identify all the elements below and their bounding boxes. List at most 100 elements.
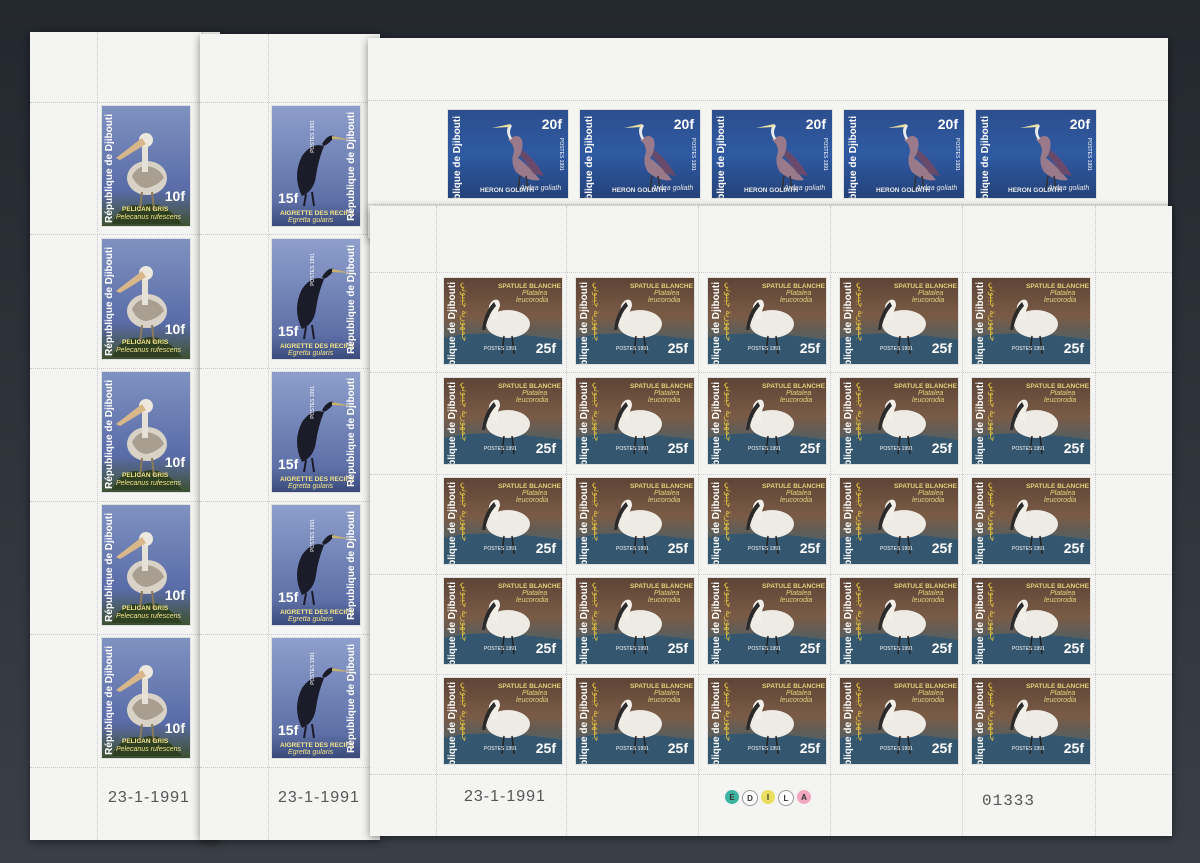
country-name: République de Djibouti (843, 382, 854, 464)
spatule-stamp: République de Djibouti جمهورية جيبوتي SP… (576, 478, 694, 564)
bird-latin-name: Ardea goliath (652, 185, 694, 192)
arabic-country-name: جمهورية جيبوتي (856, 482, 866, 542)
spatule-stamp: République de Djibouti جمهورية جيبوتي SP… (576, 278, 694, 364)
bird-latin-name-species: leucorodia (648, 597, 681, 604)
bird-latin-name: Pelecanus rufescens (116, 746, 181, 753)
issue-year: POSTES 1991 (484, 646, 517, 652)
bird-common-name: SPATULE BLANCHE (630, 483, 693, 490)
face-value: 10f (164, 188, 185, 204)
bird-common-name: SPATULE BLANCHE (894, 683, 957, 690)
bird-common-name: SPATULE BLANCHE (762, 383, 825, 390)
issue-year: POSTES 1991 (880, 546, 913, 552)
bird-latin-name-genus: Platalea (522, 390, 548, 397)
spatule-stamp: République de Djibouti جمهورية جيبوتي SP… (708, 578, 826, 664)
spatule-stamp: République de Djibouti جمهورية جيبوتي SP… (840, 278, 958, 364)
face-value: 25f (667, 440, 688, 456)
aigrette-stamp: POSTES 1991 15f AIGRETTE DES RECIFS Egre… (272, 106, 360, 226)
bird-latin-name: Ardea goliath (916, 185, 958, 192)
bird-common-name: AIGRETTE DES RECIFS (280, 609, 354, 616)
bird-common-name: SPATULE BLANCHE (630, 583, 693, 590)
bird-common-name: PELICAN GRIS (122, 339, 169, 346)
country-name: République de Djibouti (346, 112, 357, 221)
spatule-stamp: République de Djibouti جمهورية جيبوتي SP… (840, 478, 958, 564)
bird-common-name: SPATULE BLANCHE (1026, 583, 1089, 590)
arabic-country-name: جمهورية جيبوتي (460, 282, 470, 342)
spatule-stamp: République de Djibouti جمهورية جيبوتي SP… (708, 478, 826, 564)
face-value: 25f (667, 640, 688, 656)
country-name: République de Djibouti (975, 282, 986, 364)
country-name: République de Djibouti (711, 582, 722, 664)
arabic-country-name: جمهورية جيبوتي (592, 582, 602, 642)
country-name: République de Djibouti (716, 116, 727, 198)
issue-year: POSTES 1991 (484, 446, 517, 452)
issue-year: POSTES 1991 (484, 546, 517, 552)
aigrette-stamp: POSTES 1991 15f AIGRETTE DES RECIFS Egre… (272, 638, 360, 758)
bird-latin-name-genus: Platalea (654, 590, 680, 597)
country-name: République de Djibouti (711, 282, 722, 364)
bird-common-name: SPATULE BLANCHE (630, 283, 693, 290)
bird-common-name: PELICAN GRIS (122, 738, 169, 745)
arabic-country-name: جمهورية جيبوتي (988, 382, 998, 442)
country-name: République de Djibouti (579, 682, 590, 764)
sheet-date: 23-1-1991 (108, 789, 190, 806)
bird-latin-name-species: leucorodia (780, 597, 813, 604)
issue-year: POSTES 1991 (748, 346, 781, 352)
issue-year: POSTES 1991 (616, 746, 649, 752)
bird-latin-name-species: leucorodia (1044, 497, 1077, 504)
country-name: République de Djibouti (975, 582, 986, 664)
face-value: 10f (164, 321, 185, 337)
arabic-country-name: جمهورية جيبوتي (724, 482, 734, 542)
country-name: République de Djibouti (104, 513, 115, 622)
spatule-stamp-sheet: 23-1-1991 01333 E D I L A République de … (370, 206, 1172, 836)
issue-year: POSTES 1991 (1012, 446, 1045, 452)
imprint-letter-a: A (797, 790, 811, 804)
bird-common-name: PELICAN GRIS (122, 472, 169, 479)
arabic-country-name: جمهورية جيبوتي (724, 282, 734, 342)
bird-common-name: SPATULE BLANCHE (630, 383, 693, 390)
face-value: 20f (673, 116, 694, 132)
issue-year: POSTES 1991 (310, 253, 316, 286)
bird-latin-name-genus: Platalea (654, 690, 680, 697)
bird-latin-name-genus: Platalea (1050, 390, 1076, 397)
face-value: 25f (1063, 640, 1084, 656)
issue-year: POSTES 1991 (690, 138, 696, 171)
bird-common-name: PELICAN GRIS (122, 605, 169, 612)
bird-latin-name-genus: Platalea (654, 290, 680, 297)
bird-latin-name-genus: Platalea (654, 490, 680, 497)
country-name: République de Djibouti (447, 582, 458, 664)
bird-latin-name: Ardea goliath (520, 185, 562, 192)
bird-latin-name-genus: Platalea (522, 690, 548, 697)
face-value: 25f (535, 440, 556, 456)
aigrette-stamp: POSTES 1991 15f AIGRETTE DES RECIFS Egre… (272, 505, 360, 625)
spatule-stamp: République de Djibouti جمهورية جيبوتي SP… (708, 678, 826, 764)
heron-stamp: République de Djibouti 20f HERON GOLIATH… (976, 110, 1096, 198)
spatule-stamp: République de Djibouti جمهورية جيبوتي SP… (444, 278, 562, 364)
bird-common-name: SPATULE BLANCHE (1026, 483, 1089, 490)
arabic-country-name: جمهورية جيبوتي (724, 682, 734, 742)
bird-latin-name: Ardea goliath (784, 185, 826, 192)
spatule-stamp: République de Djibouti جمهورية جيبوتي SP… (708, 278, 826, 364)
bird-latin-name-species: leucorodia (912, 497, 945, 504)
face-value: 25f (799, 640, 820, 656)
issue-year: POSTES 1991 (616, 646, 649, 652)
bird-latin-name-species: leucorodia (516, 497, 549, 504)
country-name: République de Djibouti (579, 282, 590, 364)
arabic-country-name: جمهورية جيبوتي (724, 382, 734, 442)
issue-year: POSTES 1991 (748, 646, 781, 652)
arabic-country-name: جمهورية جيبوتي (988, 482, 998, 542)
face-value: 25f (931, 440, 952, 456)
imprint-letter-d: D (742, 790, 758, 806)
country-name: République de Djibouti (104, 646, 115, 755)
face-value: 15f (278, 323, 299, 339)
country-name: République de Djibouti (843, 282, 854, 364)
country-name: République de Djibouti (447, 282, 458, 364)
country-name: République de Djibouti (579, 382, 590, 464)
bird-latin-name-genus: Platalea (522, 590, 548, 597)
issue-year: POSTES 1991 (558, 138, 564, 171)
bird-common-name: AIGRETTE DES RECIFS (280, 742, 354, 749)
country-name: République de Djibouti (848, 116, 859, 198)
issue-year: POSTES 1991 (880, 446, 913, 452)
bird-latin-name-genus: Platalea (1050, 490, 1076, 497)
bird-latin-name-species: leucorodia (648, 297, 681, 304)
face-value: 15f (278, 722, 299, 738)
